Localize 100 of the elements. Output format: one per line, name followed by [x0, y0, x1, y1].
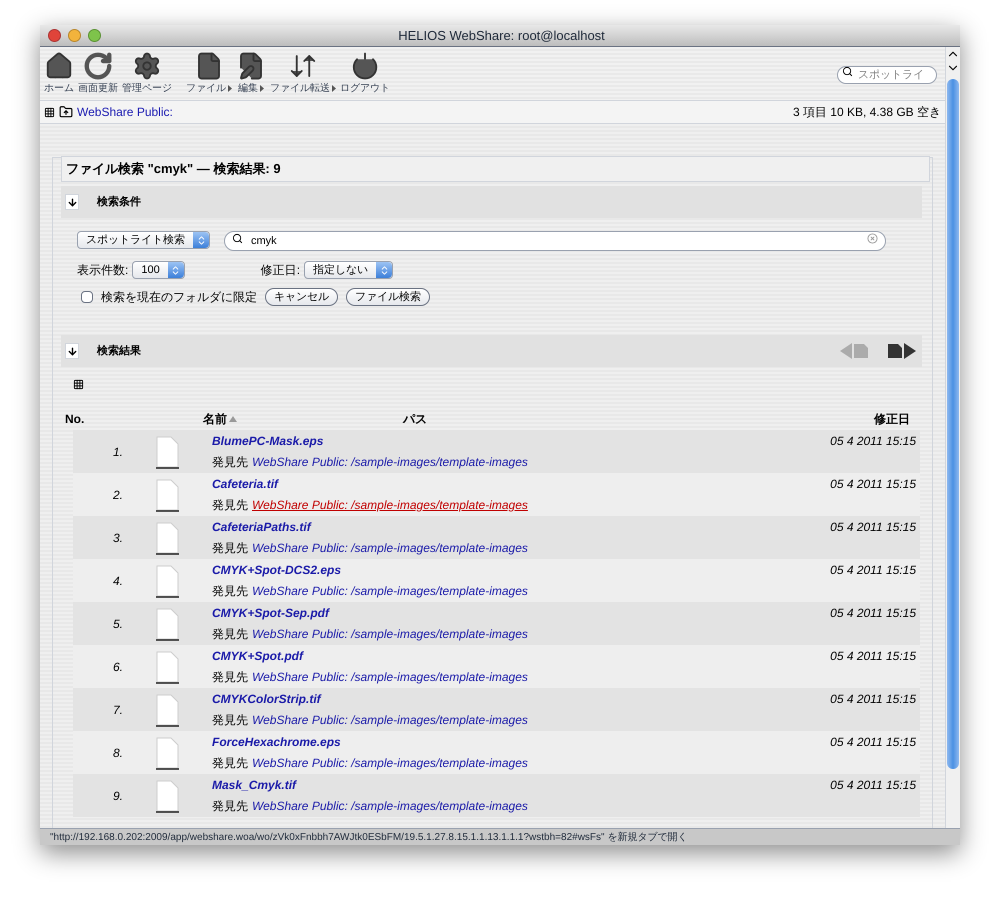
file-icon — [156, 692, 180, 726]
file-name-link[interactable]: CMYK+Spot.pdf — [212, 647, 830, 665]
scroll-thumb[interactable] — [947, 79, 959, 769]
clear-icon — [867, 233, 878, 244]
location-link[interactable]: WebShare Public: — [77, 103, 173, 121]
arrow-down-icon — [66, 346, 78, 356]
result-row[interactable]: 9. Mask_Cmyk.tif 発見先 WebShare Public: /sample-images/template-images 05 4 2011 15:15 — [73, 774, 920, 817]
result-row[interactable]: 5. CMYK+Spot-Sep.pdf 発見先 WebShare Public: /sample-images/template-images 05 4 2011 15:15 — [73, 602, 920, 645]
toolbar-button[interactable]: ファイル転送 — [270, 51, 336, 96]
file-icon — [156, 736, 180, 770]
row-number: 1. — [112, 444, 123, 460]
push-button[interactable]: キャンセル — [265, 288, 338, 306]
found-label: 発見先 — [212, 755, 248, 772]
file-name-link[interactable]: CMYK+Spot-DCS2.eps — [212, 561, 830, 579]
file-name-link[interactable]: CMYK+Spot-Sep.pdf — [212, 604, 830, 622]
file-name-link[interactable]: Cafeteria.tif — [212, 475, 830, 493]
row-number: 9. — [112, 788, 123, 804]
column-header: パス — [403, 411, 428, 428]
column-header[interactable]: 名前 — [203, 410, 227, 428]
path-link[interactable]: WebShare Public: /sample-images/template-images — [252, 539, 528, 557]
modified-date: 05 4 2011 15:15 — [830, 519, 916, 536]
result-row[interactable]: 6. CMYK+Spot.pdf 発見先 WebShare Public: /sample-images/template-images 05 4 2011 15:15 — [73, 645, 920, 688]
search-type-select[interactable]: スポットライト検索 — [77, 231, 210, 249]
toolbar-button[interactable]: ファイル — [186, 51, 232, 96]
found-label: 発見先 — [212, 583, 248, 600]
file-icon — [156, 778, 180, 812]
path-link[interactable]: WebShare Public: /sample-images/template-images — [252, 496, 528, 514]
search-icon — [842, 66, 853, 76]
collapse-button[interactable] — [65, 343, 79, 359]
section-title: 検索結果 — [97, 344, 141, 359]
found-label: 発見先 — [212, 798, 248, 815]
next-page-icon[interactable] — [888, 343, 918, 359]
result-row[interactable]: 4. CMYK+Spot-DCS2.eps 発見先 WebShare Public: /sample-images/template-images 05 4 2011 15:15 — [73, 559, 920, 602]
file-icon — [156, 434, 180, 468]
file-icon — [156, 650, 180, 684]
modified-date: 05 4 2011 15:15 — [830, 691, 916, 708]
query-field[interactable]: cmyk — [224, 231, 886, 251]
toolbar-button[interactable]: 画面更新 — [78, 51, 118, 96]
modified-date: 05 4 2011 15:15 — [830, 648, 916, 665]
found-label: 発見先 — [212, 497, 248, 514]
home-icon — [44, 51, 74, 81]
path-link[interactable]: WebShare Public: /sample-images/template-images — [252, 711, 528, 729]
path-link[interactable]: WebShare Public: /sample-images/template-images — [252, 797, 528, 815]
found-label: 発見先 — [212, 669, 248, 686]
date-select[interactable]: 指定しない — [304, 261, 394, 279]
push-button[interactable]: ファイル検索 — [346, 288, 430, 306]
stepper-icon — [193, 232, 209, 248]
stepper-icon — [376, 262, 392, 278]
settings-icon — [132, 51, 162, 81]
search-field[interactable]: スポットライ — [837, 66, 937, 84]
close-button[interactable] — [48, 29, 61, 42]
file-icon — [156, 606, 180, 640]
modified-date: 05 4 2011 15:15 — [830, 562, 916, 579]
menu-caret-icon — [228, 85, 232, 92]
menu-caret-icon — [260, 85, 264, 92]
toolbar-button[interactable]: 編集 — [236, 51, 266, 96]
count-label: 表示件数: — [77, 262, 128, 279]
folder-info: 3 項目 10 KB, 4.38 GB 空き — [792, 104, 941, 121]
file-name-link[interactable]: CMYKColorStrip.tif — [212, 690, 830, 708]
path-link[interactable]: WebShare Public: /sample-images/template-images — [252, 754, 528, 772]
collapse-button[interactable] — [65, 194, 79, 210]
result-row[interactable]: 3. CafeteriaPaths.tif 発見先 WebShare Public: /sample-images/template-images 05 4 2011 15:15 — [73, 516, 920, 559]
modified-date: 05 4 2011 15:15 — [830, 777, 916, 794]
path-link[interactable]: WebShare Public: /sample-images/template-images — [252, 582, 528, 600]
toolbar-button[interactable]: ホーム — [44, 51, 74, 96]
checkbox-label: 検索を現在のフォルダに限定 — [101, 289, 257, 306]
path-link[interactable]: WebShare Public: /sample-images/template-images — [252, 625, 528, 643]
zoom-button[interactable] — [88, 29, 101, 42]
stepper-icon — [168, 262, 184, 278]
file-name-link[interactable]: ForceHexachrome.eps — [212, 733, 830, 751]
date-label: 修正日: — [260, 262, 300, 279]
path-link[interactable]: WebShare Public: /sample-images/template-images — [252, 668, 528, 686]
grid-icon — [44, 106, 55, 118]
folder-up-icon — [59, 105, 73, 119]
grid-icon — [73, 379, 84, 390]
found-label: 発見先 — [212, 454, 248, 471]
file-icon — [156, 564, 180, 598]
path-link[interactable]: WebShare Public: /sample-images/template-images — [252, 453, 528, 471]
file-name-link[interactable]: Mask_Cmyk.tif — [212, 776, 830, 794]
search-title: ファイル検索 "cmyk" — 検索結果: 9 — [66, 160, 281, 178]
row-number: 2. — [112, 486, 123, 504]
section-title: 検索条件 — [97, 194, 141, 210]
arrow-down-icon — [66, 196, 78, 208]
modified-date: 05 4 2011 15:15 — [830, 433, 916, 450]
file-name-link[interactable]: CafeteriaPaths.tif — [212, 518, 830, 536]
found-label: 発見先 — [212, 712, 248, 729]
checkbox[interactable] — [81, 291, 93, 303]
modified-date: 05 4 2011 15:15 — [830, 476, 916, 493]
result-row[interactable]: 8. ForceHexachrome.eps 発見先 WebShare Public: /sample-images/template-images 05 4 2011 15:15 — [73, 731, 920, 774]
count-select[interactable]: 100 — [132, 261, 185, 279]
file-name-link[interactable]: BlumePC-Mask.eps — [212, 432, 830, 450]
file-icon — [156, 520, 180, 554]
toolbar-button[interactable]: 管理ページ — [122, 51, 172, 96]
toolbar-button[interactable]: ログアウト — [340, 51, 390, 96]
result-row[interactable]: 7. CMYKColorStrip.tif 発見先 WebShare Public: /sample-images/template-images 05 4 2011 15:15 — [73, 688, 920, 731]
row-number: 4. — [112, 572, 123, 590]
result-row[interactable]: 1. BlumePC-Mask.eps 発見先 WebShare Public: /sample-images/template-images 05 4 2011 15:15 — [73, 430, 920, 473]
column-header: No. — [65, 411, 86, 428]
modified-date: 05 4 2011 15:15 — [830, 605, 916, 622]
result-row[interactable]: 2. Cafeteria.tif 発見先 WebShare Public: /sample-images/template-images 05 4 2011 15:15 — [73, 473, 920, 516]
